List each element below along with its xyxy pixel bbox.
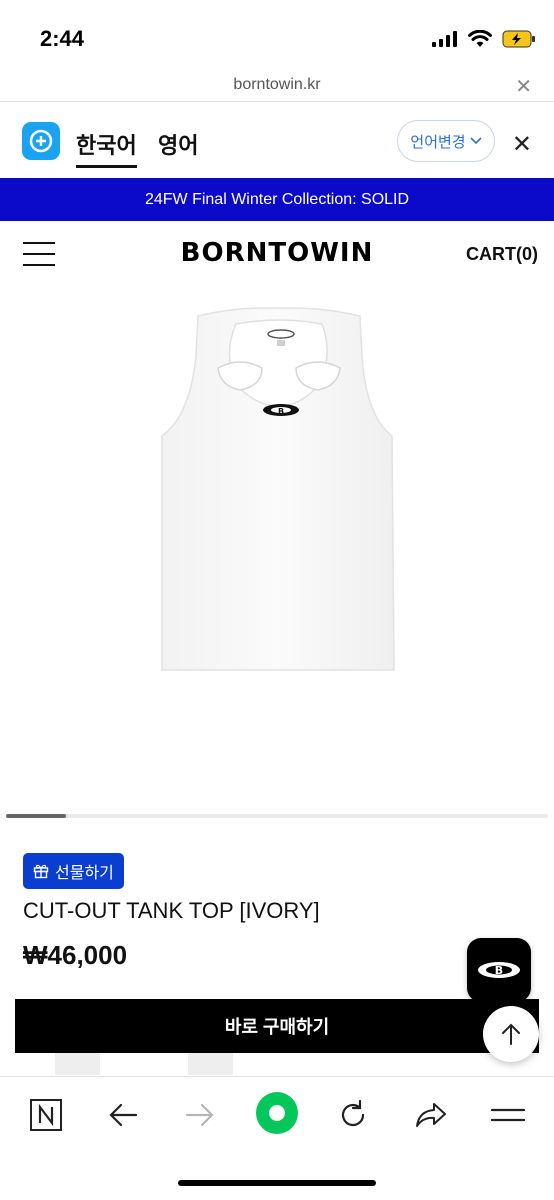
home-indicator [178, 1180, 376, 1186]
naver-icon[interactable] [24, 1093, 68, 1137]
browser-toolbar [0, 1076, 554, 1150]
green-dot-icon[interactable] [255, 1091, 299, 1135]
carousel-thumb [6, 814, 66, 818]
cart-link[interactable]: CART(0) [466, 244, 538, 265]
battery-charging-icon [502, 30, 535, 48]
buy-now-button[interactable]: 바로 구매하기 [15, 999, 539, 1053]
arrow-up-icon [502, 1023, 520, 1045]
svg-text:B: B [278, 407, 284, 416]
change-language-button[interactable]: 언어변경 [397, 120, 495, 162]
gift-label: 선물하기 [55, 865, 114, 882]
product-price: ₩46,000 [23, 940, 128, 970]
thumbnail[interactable] [55, 1053, 100, 1075]
brand-logo-icon: B [478, 962, 520, 978]
status-time: 2:44 [40, 26, 85, 51]
partial-thumbnails [0, 1053, 554, 1075]
tab-english[interactable]: 영어 [158, 128, 198, 160]
gift-icon [33, 864, 49, 879]
buy-now-label: 바로 구매하기 [224, 1017, 330, 1037]
product-image[interactable]: B [0, 286, 554, 814]
reload-icon[interactable] [331, 1093, 375, 1137]
share-icon[interactable] [409, 1093, 453, 1137]
url-bar[interactable]: borntowin.kr ✕ [0, 72, 554, 102]
product-title: CUT-OUT TANK TOP [IVORY] [23, 898, 320, 923]
forward-arrow-icon[interactable] [178, 1093, 222, 1137]
thumbnail[interactable] [188, 1053, 233, 1075]
brand-floating-button[interactable]: B [467, 938, 531, 1002]
promo-banner-text: 24FW Final Winter Collection: SOLID [144, 190, 410, 208]
signal-icon [432, 31, 457, 47]
chevron-down-icon [470, 137, 482, 145]
translate-app-icon [22, 122, 60, 160]
close-icon[interactable]: ✕ [515, 74, 532, 99]
promo-banner[interactable]: 24FW Final Winter Collection: SOLID [0, 178, 554, 221]
menu-icon[interactable] [486, 1093, 530, 1137]
change-language-label: 언어변경 [410, 133, 466, 151]
wifi-icon [468, 30, 492, 47]
site-header: BORNTOWIN CART(0) [0, 222, 554, 286]
back-arrow-icon[interactable] [101, 1093, 145, 1137]
tank-top-image: B [161, 307, 395, 671]
tab-korean[interactable]: 한국어 [76, 128, 137, 168]
translate-bar: 한국어 영어 언어변경 ✕ [0, 104, 554, 178]
url-text[interactable]: borntowin.kr [0, 76, 554, 94]
svg-text:B: B [495, 964, 503, 977]
status-bar: 2:44 [0, 0, 554, 72]
gift-button[interactable]: 선물하기 [23, 853, 124, 889]
close-icon[interactable]: ✕ [512, 130, 532, 159]
carousel-progress [6, 814, 548, 818]
status-icons [432, 30, 536, 48]
